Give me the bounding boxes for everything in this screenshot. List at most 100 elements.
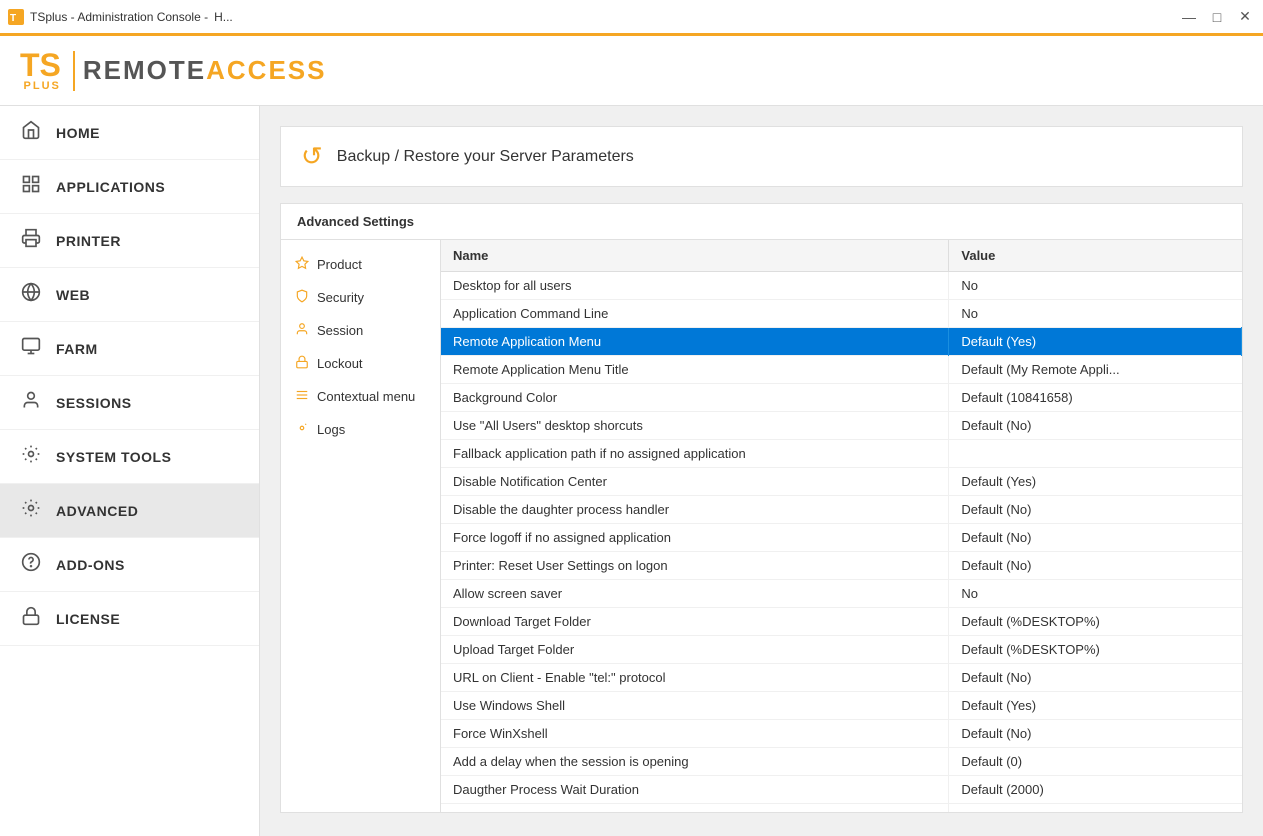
nav-item-product[interactable]: Product xyxy=(281,248,440,281)
sidebar-item-printer[interactable]: PRINTER xyxy=(0,214,259,268)
table-row[interactable]: Application Command LineNo xyxy=(441,300,1242,328)
table-cell-name: Force logoff if no assigned application xyxy=(441,524,949,552)
web-icon xyxy=(20,282,42,307)
table-cell-name: Allow screen saver xyxy=(441,580,949,608)
table-cell-name: Remote Application Menu Title xyxy=(441,356,949,384)
sidebar-item-system-tools[interactable]: SYSTEM TOOLS xyxy=(0,430,259,484)
table-cell-value: Default (No) xyxy=(949,496,1242,524)
table-cell-name: Force WinXshell xyxy=(441,720,949,748)
table-cell-value: Default (0) xyxy=(949,748,1242,776)
sessions-icon xyxy=(20,390,42,415)
sidebar-item-license[interactable]: LICENSE xyxy=(0,592,259,646)
table-cell-value: Default (Yes) xyxy=(949,692,1242,720)
nav-item-contextual-menu[interactable]: Contextual menu xyxy=(281,380,440,413)
title-bar-text: TSplus - Administration Console - xyxy=(30,10,208,24)
sidebar-item-label-applications: APPLICATIONS xyxy=(56,179,165,195)
table-cell-value: Default (%DESKTOP%) xyxy=(949,636,1242,664)
table-row[interactable]: Remote Application MenuDefault (Yes) xyxy=(441,328,1242,356)
logo-separator xyxy=(73,51,75,91)
nav-item-logs[interactable]: Logs xyxy=(281,413,440,446)
sidebar-item-label-web: WEB xyxy=(56,287,90,303)
nav-label-security: Security xyxy=(317,290,364,305)
table-cell-value: Default (No) xyxy=(949,720,1242,748)
close-button[interactable]: ✕ xyxy=(1235,7,1255,27)
table-cell-value: Default (No) xyxy=(949,552,1242,580)
table-cell-value: Default (%DESKTOP%) xyxy=(949,608,1242,636)
settings-panel: Advanced Settings ProductSecuritySession… xyxy=(280,203,1243,813)
sidebar-item-sessions[interactable]: SESSIONS xyxy=(0,376,259,430)
table-cell-value xyxy=(949,440,1242,468)
table-cell-value: No xyxy=(949,580,1242,608)
nav-label-product: Product xyxy=(317,257,362,272)
table-row[interactable]: File BrowserDefault (Use Windows Ex... xyxy=(441,804,1242,813)
sidebar-item-web[interactable]: WEB xyxy=(0,268,259,322)
table-row[interactable]: Disable the daughter process handlerDefa… xyxy=(441,496,1242,524)
nav-icon-security xyxy=(295,289,309,306)
table-cell-name: Fallback application path if no assigned… xyxy=(441,440,949,468)
nav-icon-product xyxy=(295,256,309,273)
table-row[interactable]: Use Windows ShellDefault (Yes) xyxy=(441,692,1242,720)
system-tools-icon xyxy=(20,444,42,469)
nav-label-logs: Logs xyxy=(317,422,345,437)
table-cell-name: Disable the daughter process handler xyxy=(441,496,949,524)
table-cell-value: Default (No) xyxy=(949,524,1242,552)
logo-area: TS PLUS REMOTE ACCESS xyxy=(0,36,1263,106)
sidebar-item-label-sessions: SESSIONS xyxy=(56,395,132,411)
table-row[interactable]: Download Target FolderDefault (%DESKTOP%… xyxy=(441,608,1242,636)
sidebar-item-add-ons[interactable]: ADD-ONS xyxy=(0,538,259,592)
table-row[interactable]: Fallback application path if no assigned… xyxy=(441,440,1242,468)
table-cell-name: Printer: Reset User Settings on logon xyxy=(441,552,949,580)
table-cell-name: Background Color xyxy=(441,384,949,412)
table-row[interactable]: Force WinXshellDefault (No) xyxy=(441,720,1242,748)
title-bar: T TSplus - Administration Console - H...… xyxy=(0,0,1263,36)
nav-item-lockout[interactable]: Lockout xyxy=(281,347,440,380)
table-row[interactable]: Printer: Reset User Settings on logonDef… xyxy=(441,552,1242,580)
sidebar-item-label-farm: FARM xyxy=(56,341,98,357)
table-cell-name: Download Target Folder xyxy=(441,608,949,636)
table-row[interactable]: Remote Application Menu TitleDefault (My… xyxy=(441,356,1242,384)
maximize-button[interactable]: □ xyxy=(1207,7,1227,27)
settings-table: Name Value Desktop for all usersNoApplic… xyxy=(441,240,1242,812)
nav-icon-session xyxy=(295,322,309,339)
table-row[interactable]: Daugther Process Wait DurationDefault (2… xyxy=(441,776,1242,804)
table-row[interactable]: Add a delay when the session is openingD… xyxy=(441,748,1242,776)
table-row[interactable]: Desktop for all usersNo xyxy=(441,272,1242,300)
nav-icon-contextual-menu xyxy=(295,388,309,405)
table-cell-value: Default (Yes) xyxy=(949,328,1242,356)
table-area: Name Value Desktop for all usersNoApplic… xyxy=(441,240,1242,812)
backup-restore-icon: ↺ xyxy=(301,141,323,172)
table-row[interactable]: Allow screen saverNo xyxy=(441,580,1242,608)
add-ons-icon xyxy=(20,552,42,577)
sidebar-item-advanced[interactable]: ADVANCED xyxy=(0,484,259,538)
table-row[interactable]: Disable Notification CenterDefault (Yes) xyxy=(441,468,1242,496)
nav-item-security[interactable]: Security xyxy=(281,281,440,314)
advanced-icon xyxy=(20,498,42,523)
main-layout: HOME APPLICATIONS PRINTER WEB FARM SESSIONS SY… xyxy=(0,106,1263,836)
nav-item-session[interactable]: Session xyxy=(281,314,440,347)
sidebar-item-applications[interactable]: APPLICATIONS xyxy=(0,160,259,214)
table-row[interactable]: Force logoff if no assigned applicationD… xyxy=(441,524,1242,552)
nav-icon-logs xyxy=(295,421,309,438)
sidebar-item-label-printer: PRINTER xyxy=(56,233,121,249)
table-row[interactable]: Background ColorDefault (10841658) xyxy=(441,384,1242,412)
page-header-title: Backup / Restore your Server Parameters xyxy=(337,148,634,166)
table-cell-name: File Browser xyxy=(441,804,949,813)
sidebar-item-farm[interactable]: FARM xyxy=(0,322,259,376)
table-row[interactable]: Upload Target FolderDefault (%DESKTOP%) xyxy=(441,636,1242,664)
logo-remote-text: REMOTE xyxy=(83,55,206,86)
sidebar-item-home[interactable]: HOME xyxy=(0,106,259,160)
nav-icon-lockout xyxy=(295,355,309,372)
minimize-button[interactable]: — xyxy=(1179,7,1199,27)
table-row[interactable]: URL on Client - Enable "tel:" protocolDe… xyxy=(441,664,1242,692)
table-cell-value: Default (Yes) xyxy=(949,468,1242,496)
table-cell-value: Default (Use Windows Ex... xyxy=(949,804,1242,813)
logo-ts-sub: PLUS xyxy=(24,81,61,92)
sidebar-item-label-add-ons: ADD-ONS xyxy=(56,557,125,573)
table-cell-name: Disable Notification Center xyxy=(441,468,949,496)
window-controls: — □ ✕ xyxy=(1179,7,1255,27)
farm-icon xyxy=(20,336,42,361)
table-cell-name: Daugther Process Wait Duration xyxy=(441,776,949,804)
table-cell-name: Use "All Users" desktop shorcuts xyxy=(441,412,949,440)
table-row[interactable]: Use "All Users" desktop shorcutsDefault … xyxy=(441,412,1242,440)
table-scroll[interactable]: Name Value Desktop for all usersNoApplic… xyxy=(441,240,1242,812)
